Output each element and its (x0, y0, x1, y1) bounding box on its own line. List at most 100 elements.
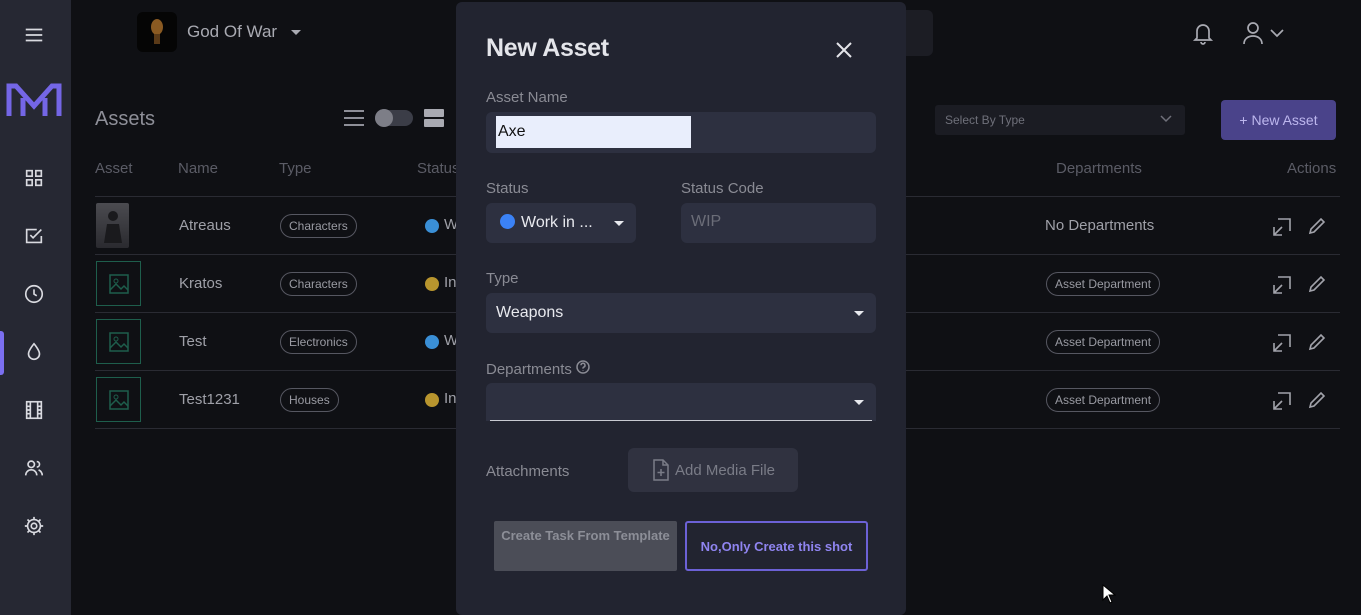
type-select[interactable]: Weapons (486, 293, 876, 333)
character-image-icon (103, 210, 122, 243)
status-select[interactable]: Work in ... (486, 203, 636, 243)
film-icon[interactable] (22, 398, 46, 422)
project-selector[interactable]: God Of War (137, 12, 302, 52)
status-value: Work in ... (521, 214, 593, 231)
edit-pencil-icon[interactable] (1307, 216, 1327, 241)
asset-thumbnail (96, 261, 141, 306)
list-view-icon[interactable] (343, 109, 365, 127)
open-external-icon[interactable] (1271, 274, 1293, 301)
header-status: Status (417, 160, 460, 177)
settings-gear-icon[interactable] (22, 514, 46, 538)
modal-title: New Asset (486, 34, 609, 62)
asset-name-input[interactable] (496, 116, 691, 148)
header-asset: Asset (95, 160, 133, 177)
type-filter-select[interactable]: Select By Type (935, 105, 1185, 135)
asset-name: Test1231 (179, 391, 240, 408)
asset-name-label: Asset Name (486, 89, 568, 106)
edit-pencil-icon[interactable] (1307, 332, 1327, 357)
project-logo-icon (151, 19, 163, 44)
sidebar (0, 0, 71, 615)
page-title: Assets (95, 108, 156, 130)
status-label: Status (486, 180, 529, 197)
chevron-down-icon (291, 29, 302, 35)
new-asset-button[interactable]: + New Asset (1221, 100, 1336, 140)
department-badge: Asset Department (1046, 330, 1161, 354)
open-external-icon[interactable] (1271, 332, 1293, 359)
new-asset-modal: New Asset Asset Name Status Work in ... … (456, 2, 906, 615)
add-media-button[interactable]: Add Media File (628, 448, 798, 492)
asset-name: Kratos (179, 275, 223, 292)
create-task-from-template-button[interactable]: Create Task From Template (494, 521, 677, 571)
hamburger-menu-icon[interactable] (22, 23, 46, 47)
header-name: Name (178, 160, 219, 177)
header-actions: Actions (1287, 160, 1337, 177)
users-icon[interactable] (22, 456, 46, 480)
active-indicator (0, 331, 4, 375)
header-departments: Departments (1056, 160, 1142, 177)
logo-icon (6, 83, 62, 116)
status-dot (425, 335, 439, 349)
project-thumbnail (137, 12, 177, 52)
notifications-bell-icon[interactable] (1191, 20, 1215, 51)
image-placeholder-icon (108, 331, 129, 352)
clock-icon[interactable] (22, 282, 46, 306)
asset-thumbnail (96, 319, 141, 364)
status-text: In (444, 390, 457, 407)
department-badge: Asset Department (1046, 388, 1161, 412)
chevron-down-icon (1160, 115, 1172, 123)
asset-name-field[interactable] (486, 112, 876, 153)
assets-drop-icon[interactable] (22, 340, 46, 364)
user-menu[interactable] (1241, 20, 1285, 46)
status-dot (425, 219, 439, 233)
card-view-icon[interactable] (423, 108, 445, 128)
close-icon[interactable] (834, 40, 854, 60)
status-code-field[interactable]: WIP (681, 203, 876, 243)
type-badge: Characters (280, 214, 357, 238)
add-media-label: Add Media File (674, 461, 776, 479)
user-icon (1243, 22, 1263, 45)
status-code-placeholder: WIP (691, 213, 722, 230)
open-external-icon[interactable] (1271, 390, 1293, 417)
type-value: Weapons (496, 304, 564, 321)
department-badge: Asset Department (1046, 272, 1161, 296)
edit-pencil-icon[interactable] (1307, 390, 1327, 415)
chevron-down-icon (1270, 29, 1284, 38)
image-placeholder-icon (108, 273, 129, 294)
attachments-label: Attachments (486, 463, 570, 480)
image-placeholder-icon (108, 389, 129, 410)
only-create-shot-button[interactable]: No,Only Create this shot (685, 521, 868, 571)
type-badge: Characters (280, 272, 357, 296)
header-type: Type (279, 160, 312, 177)
tasks-icon[interactable] (22, 224, 46, 248)
asset-thumbnail (96, 203, 129, 248)
asset-thumbnail (96, 377, 141, 422)
view-toggle[interactable] (343, 108, 445, 128)
departments-label-row: Departments (486, 360, 590, 378)
status-color-dot (500, 214, 515, 229)
type-badge: Electronics (280, 330, 357, 354)
mouse-cursor-icon (1102, 584, 1116, 604)
help-icon[interactable] (576, 360, 590, 378)
status-code-label: Status Code (681, 180, 764, 197)
open-external-icon[interactable] (1271, 216, 1293, 243)
status-dot (425, 277, 439, 291)
project-name: God Of War (187, 22, 278, 41)
view-toggle-switch[interactable] (375, 109, 413, 127)
file-add-icon (653, 459, 669, 481)
status-dot (425, 393, 439, 407)
departments-label: Departments (486, 360, 572, 378)
caret-down-icon (614, 221, 624, 226)
departments-text: No Departments (1045, 217, 1155, 234)
departments-underline (490, 420, 872, 421)
edit-pencil-icon[interactable] (1307, 274, 1327, 299)
type-badge: Houses (280, 388, 339, 412)
status-text: In (444, 274, 457, 291)
asset-name: Test (179, 333, 207, 350)
caret-down-icon (854, 311, 864, 316)
type-label: Type (486, 270, 519, 287)
asset-name: Atreaus (179, 217, 231, 234)
dashboard-icon[interactable] (22, 166, 46, 190)
departments-select[interactable] (486, 383, 876, 421)
caret-down-icon (854, 400, 864, 405)
type-filter-placeholder: Select By Type (945, 113, 1025, 127)
